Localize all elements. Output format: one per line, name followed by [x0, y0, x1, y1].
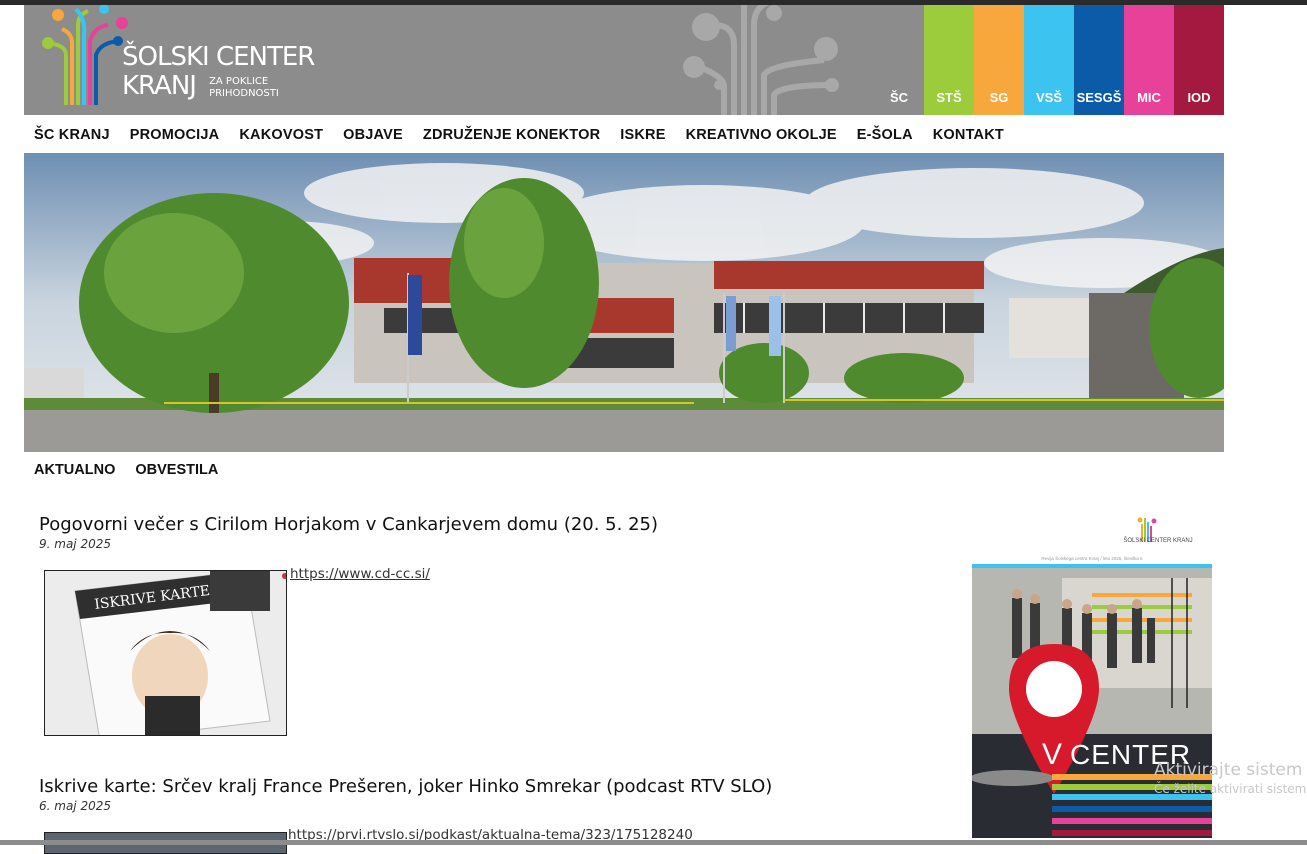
post-title[interactable]: Iskrive karte: Srčev kralj France Prešer…	[39, 776, 772, 797]
brand-line2: KRANJ	[122, 71, 197, 101]
window-bottom-edge	[0, 840, 1307, 845]
nav-objave[interactable]: OBJAVE	[343, 127, 403, 143]
post-title[interactable]: Pogovorni večer s Cirilom Horjakom v Can…	[39, 514, 658, 535]
school-tabs: ŠC STŠ SG VSŠ SESGŠ MIC IOD	[874, 5, 1224, 115]
tab-vss[interactable]: VSŠ	[1024, 5, 1074, 115]
ad-brand: ŠOLSKI CENTER KRANJ	[1123, 537, 1192, 544]
tab-iod[interactable]: IOD	[1174, 5, 1224, 115]
post-date: 6. maj 2025	[39, 799, 111, 813]
hero-image	[24, 153, 1224, 452]
tab-label: ŠC	[889, 90, 909, 105]
tab-label: SG	[989, 90, 1009, 105]
decorative-tree-icon	[683, 5, 839, 115]
tab-sesgs[interactable]: SESGŠ	[1074, 5, 1124, 115]
tab-label: IOD	[1187, 90, 1211, 105]
brand-tagline-2: PRIHODNOSTI	[209, 88, 279, 99]
nav-iskre[interactable]: ISKRE	[620, 127, 665, 143]
tab-label: STŠ	[936, 90, 962, 105]
ad-caption: Revija Šolskega centra Kranj / leto 2025…	[1041, 555, 1143, 561]
brand-tagline-1: ZA POKLICE	[209, 76, 269, 87]
ad-title-v: V	[1042, 738, 1062, 771]
subnav-aktualno[interactable]: AKTUALNO	[34, 462, 115, 478]
post-link[interactable]: https://www.cd-cc.si/	[290, 566, 430, 582]
tab-label: SESGŠ	[1076, 90, 1122, 105]
os-activation-watermark: Aktivirajte sistem Če želite aktivirati …	[1154, 760, 1306, 796]
nav-sc-kranj[interactable]: ŠC KRANJ	[34, 127, 110, 143]
tab-label: MIC	[1137, 90, 1161, 105]
post-thumbnail[interactable]: ISKRIVE KARTE	[44, 570, 287, 736]
tab-mic[interactable]: MIC	[1124, 5, 1174, 115]
post-item: Pogovorni večer s Cirilom Horjakom v Can…	[39, 514, 658, 551]
tab-sts[interactable]: STŠ	[924, 5, 974, 115]
brand-tagline: ZA POKLICE PRIHODNOSTI	[209, 76, 279, 100]
tab-sc[interactable]: ŠC	[874, 5, 924, 115]
nav-kontakt[interactable]: KONTAKT	[933, 127, 1004, 143]
nav-e-sola[interactable]: E-ŠOLA	[857, 127, 913, 143]
post-item: Iskrive karte: Srčev kralj France Prešer…	[39, 776, 772, 813]
watermark-line1: Aktivirajte sistem	[1154, 760, 1303, 780]
nav-kakovost[interactable]: KAKOVOST	[239, 127, 323, 143]
brand-line1: ŠOLSKI CENTER	[122, 42, 315, 72]
site-header: ŠOLSKI CENTER KRANJ ZA POKLICE PRIHODNOS…	[24, 5, 1224, 115]
main-nav: ŠC KRANJ PROMOCIJA KAKOVOST OBJAVE ZDRUŽ…	[24, 116, 1224, 153]
tab-label: VSŠ	[1035, 90, 1062, 105]
subnav-obvestila[interactable]: OBVESTILA	[135, 462, 218, 478]
nav-promocija[interactable]: PROMOCIJA	[130, 127, 220, 143]
sub-nav: AKTUALNO OBVESTILA	[24, 462, 228, 478]
watermark-line2: Če želite aktivirati sistem	[1154, 782, 1307, 796]
tab-sg[interactable]: SG	[974, 5, 1024, 115]
brand-wordmark[interactable]: ŠOLSKI CENTER KRANJ ZA POKLICE PRIHODNOS…	[122, 42, 315, 101]
post-date: 9. maj 2025	[39, 537, 111, 551]
nav-kreativno-okolje[interactable]: KREATIVNO OKOLJE	[686, 127, 837, 143]
nav-zdruzenje-konektor[interactable]: ZDRUŽENJE KONEKTOR	[423, 127, 600, 143]
